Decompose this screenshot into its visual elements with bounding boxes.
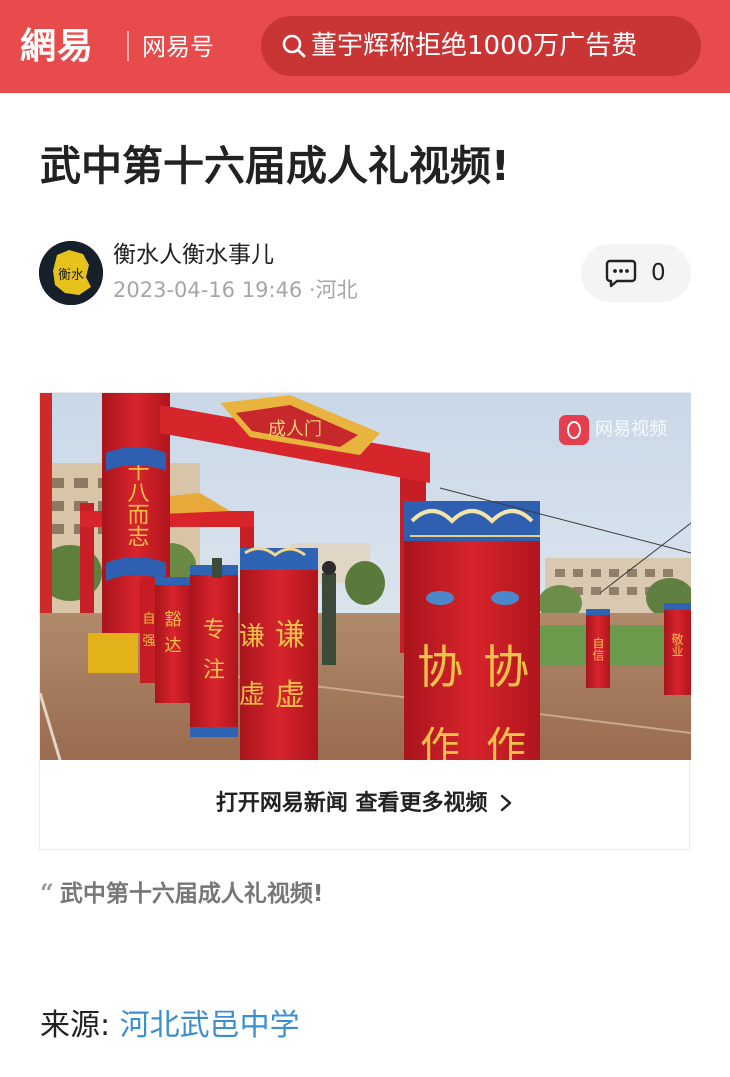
watermark-text: 网易视频 <box>595 419 667 440</box>
source-link[interactable]: 河北武邑中学 <box>120 1008 300 1043</box>
pillar-text-humble-2b: 虚 <box>275 678 305 713</box>
article-title: 武中第十六届成人礼视频! <box>40 142 510 190</box>
pillar-text-xie-2a: 作 <box>420 724 460 760</box>
pillar-text-xie-2b: 作 <box>486 724 526 760</box>
pillar-text-xie-1b: 协 <box>483 640 529 694</box>
avatar-text: 衡水 <box>58 268 84 283</box>
comment-count: 0 <box>651 260 666 286</box>
channel-label[interactable]: 网易号 <box>142 30 214 64</box>
pillar-text-strong-2: 强 <box>142 634 155 649</box>
comment-icon <box>605 259 637 288</box>
quote-mark-icon: “ <box>40 878 54 907</box>
pillar-text-humble-2a: 虚 <box>239 680 265 710</box>
pillar-text-dedication: 敬业 <box>670 633 684 657</box>
chevron-right-icon <box>500 794 512 812</box>
pillar-text-confidence: 自信 <box>591 637 605 662</box>
open-app-button[interactable]: 打开网易新闻 查看更多视频 <box>40 760 689 850</box>
pillar-text-xie-1a: 协 <box>417 640 463 694</box>
open-app-text: 打开网易新闻 查看更多视频 <box>215 791 488 816</box>
pillar-text-focus-2: 注 <box>203 658 225 683</box>
open-app-label: 打开网易新闻 查看更多视频 <box>40 788 689 820</box>
pillar-text-humble-1a: 谦 <box>239 622 265 652</box>
source-label: 来源: <box>40 1008 111 1043</box>
top-header-bar: 網易 网易号 董宇辉称拒绝1000万广告费 <box>0 0 730 93</box>
video-thumbnail[interactable]: 成人门 十八而志 豁 达 自 强 专 注 谦 谦 虚 虚 协 协 作 作 自信 … <box>40 393 691 760</box>
publish-datetime: 2023-04-16 19:46 <box>113 278 303 302</box>
video-card[interactable]: 成人门 十八而志 豁 达 自 强 专 注 谦 谦 虚 虚 协 协 作 作 自信 … <box>39 392 691 850</box>
pillar-text-ambition-1: 豁 <box>165 610 182 630</box>
pillar-text-humble-1b: 谦 <box>275 618 305 653</box>
arch-sign-text: 成人门 <box>268 419 322 440</box>
search-bar[interactable]: 董宇辉称拒绝1000万广告费 <box>261 16 701 76</box>
video-caption-quote: “武中第十六届成人礼视频! <box>40 876 323 911</box>
netease-video-icon <box>559 415 589 445</box>
comment-button[interactable]: 0 <box>581 244 691 302</box>
pillar-text-focus-1: 专 <box>203 618 225 643</box>
author-avatar[interactable]: 衡水 <box>39 241 103 305</box>
search-icon <box>282 34 306 58</box>
publish-location: ·河北 <box>308 278 358 302</box>
ceremony-scene-image: 成人门 十八而志 豁 达 自 强 专 注 谦 谦 虚 虚 协 协 作 作 自信 … <box>40 393 691 760</box>
article-meta: 2023-04-16 19:46 ·河北 <box>113 274 358 306</box>
header-divider <box>127 31 129 61</box>
author-name[interactable]: 衡水人衡水事儿 <box>113 238 274 272</box>
pillar-text-ambition-2: 达 <box>165 636 182 656</box>
pillar-text-left: 十八而志 <box>124 459 150 547</box>
article-source: 来源: 河北武邑中学 <box>40 1004 300 1048</box>
pillar-text-strong-1: 自 <box>142 612 155 627</box>
quote-text: 武中第十六届成人礼视频! <box>59 881 324 907</box>
avatar-image: 衡水 <box>39 241 103 305</box>
netease-logo[interactable]: 網易 <box>20 22 94 70</box>
search-query-text: 董宇辉称拒绝1000万广告费 <box>311 31 638 61</box>
